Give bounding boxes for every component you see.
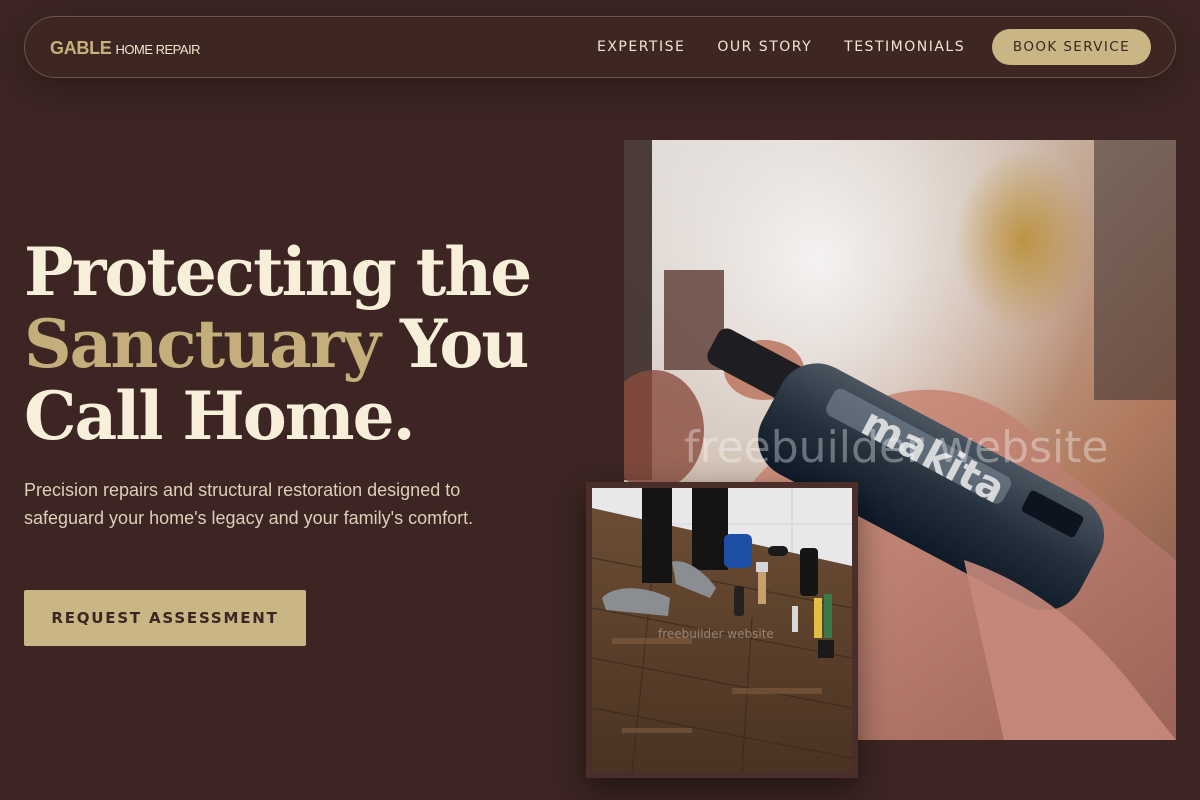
main-photo-watermark: freebuilder website: [684, 422, 1109, 473]
brand-logo[interactable]: GABLE HOME REPAIR: [50, 38, 201, 59]
brand-subtitle: HOME REPAIR: [115, 42, 201, 57]
nav-link-our-story[interactable]: OUR STORY: [717, 39, 812, 55]
hero-heading-line3: Call Home.: [24, 377, 416, 455]
nav-link-testimonials[interactable]: TESTIMONIALS: [844, 39, 965, 55]
top-navigation: GABLE HOME REPAIR EXPERTISE OUR STORY TES…: [24, 16, 1176, 78]
small-photo-watermark: freebuilder website: [658, 627, 774, 641]
nav-links: EXPERTISE OUR STORY TESTIMONIALS: [597, 39, 965, 55]
flooring-photo-frame: freebuilder website: [586, 482, 858, 778]
book-service-button[interactable]: BOOK SERVICE: [992, 29, 1151, 65]
hero-heading-line1: Protecting the: [24, 233, 532, 311]
hero-heading: Protecting the Sanctuary You Call Home.: [24, 236, 584, 452]
hero-heading-accent: Sanctuary: [24, 305, 381, 383]
flooring-photo: freebuilder website: [592, 488, 852, 772]
request-assessment-button[interactable]: REQUEST ASSESSMENT: [24, 590, 306, 646]
hero-description: Precision repairs and structural restora…: [24, 480, 474, 528]
flooring-photo-illustration: freebuilder website: [592, 488, 852, 772]
brand-name: GABLE: [50, 38, 112, 58]
hero-heading-line2: You: [378, 305, 529, 383]
nav-link-expertise[interactable]: EXPERTISE: [597, 39, 685, 55]
